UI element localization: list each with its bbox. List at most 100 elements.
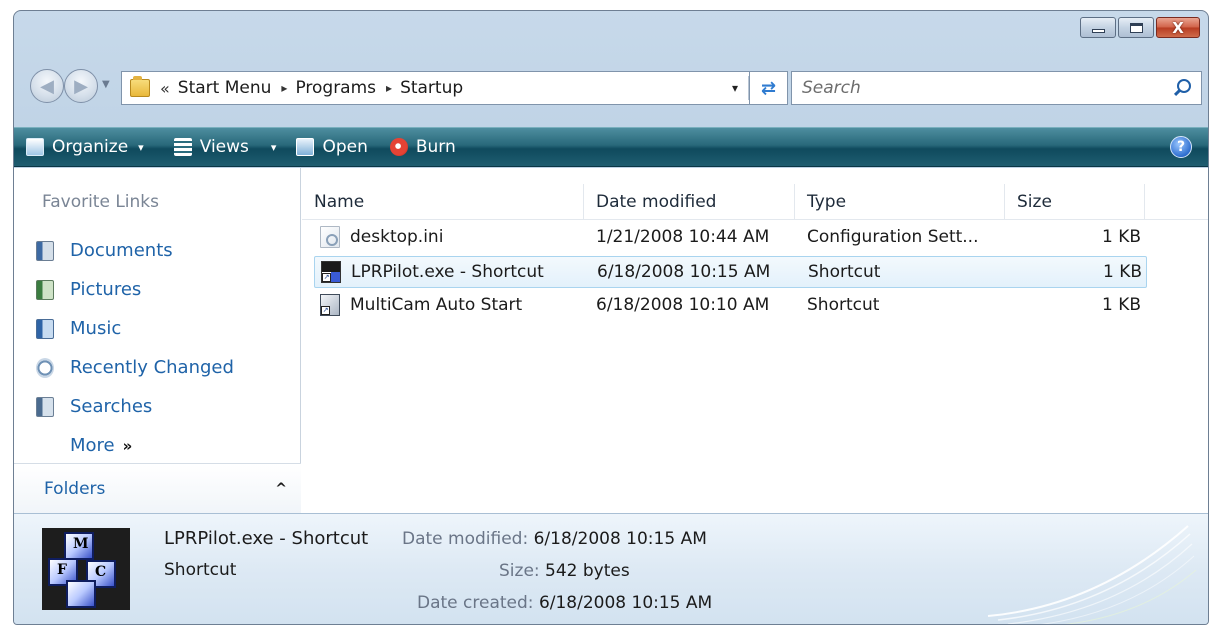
views-icon <box>173 138 192 156</box>
file-row[interactable]: ↗ MultiCam Auto Start 6/18/2008 10:10 AM… <box>314 290 1147 322</box>
favorite-link-music[interactable]: Music <box>36 309 234 348</box>
favorite-link-label: Recently Changed <box>70 357 234 378</box>
search-input[interactable]: Search <box>802 78 861 98</box>
favorite-link-recently-changed[interactable]: Recently Changed <box>36 348 234 387</box>
address-dropdown-button[interactable]: ▾ <box>732 81 738 95</box>
shortcut-arrow-icon: ↗ <box>322 273 331 282</box>
details-size: Size: 542 bytes <box>499 561 630 581</box>
thumbnail-letter: M <box>73 536 89 552</box>
views-label: Views <box>199 137 249 157</box>
close-button[interactable]: X <box>1156 17 1200 38</box>
breadcrumb-separator-icon[interactable]: ▸ <box>281 81 287 95</box>
favorite-link-label: Searches <box>70 396 153 417</box>
double-chevron-icon: » <box>122 436 133 455</box>
back-button[interactable]: ◀ <box>30 69 64 103</box>
maximize-icon <box>1129 22 1143 33</box>
refresh-button[interactable]: ⇄ <box>750 71 788 105</box>
file-size: 1 KB <box>1101 227 1141 247</box>
burn-button[interactable]: Burn <box>389 137 456 157</box>
favorite-links-title: Favorite Links <box>42 192 160 212</box>
details-date-modified: Date modified: 6/18/2008 10:15 AM <box>402 529 707 549</box>
date-created-value: 6/18/2008 10:15 AM <box>538 593 713 613</box>
column-header-date-modified[interactable]: Date modified <box>584 184 795 220</box>
date-modified-label: Date modified: <box>402 529 529 549</box>
breadcrumb-start-menu[interactable]: Start Menu <box>178 78 272 98</box>
breadcrumb-overflow-button[interactable]: « <box>160 79 170 98</box>
thumbnail-cube <box>66 580 96 608</box>
favorite-link-documents[interactable]: Documents <box>36 231 234 270</box>
music-icon <box>36 318 54 339</box>
explorer-window: X ◀ ▶ ▼ « Start Menu ▸ Programs ▸ Startu… <box>13 10 1209 625</box>
more-label: More <box>70 435 115 456</box>
file-name-cell: desktop.ini <box>320 222 443 252</box>
file-type: Shortcut <box>808 262 881 282</box>
details-pane: M F C LPRPilot.exe - Shortcut Shortcut D… <box>14 513 1208 624</box>
multicam-shortcut-icon: ↗ <box>320 294 340 316</box>
date-modified-value: 6/18/2008 10:15 AM <box>533 529 707 549</box>
minimize-button[interactable] <box>1080 17 1116 38</box>
open-icon <box>296 138 315 156</box>
column-header-name[interactable]: Name <box>302 184 584 220</box>
open-label: Open <box>322 137 368 157</box>
ini-file-icon <box>320 226 340 248</box>
file-size: 1 KB <box>1101 295 1141 315</box>
file-date-modified: 6/18/2008 10:10 AM <box>596 295 770 315</box>
help-button[interactable]: ? <box>1170 136 1192 158</box>
file-type: Configuration Sett... <box>807 227 979 247</box>
favorite-link-pictures[interactable]: Pictures <box>36 270 234 309</box>
documents-icon <box>36 240 54 261</box>
folders-label: Folders <box>44 478 106 499</box>
file-name: desktop.ini <box>350 227 444 247</box>
column-header-size[interactable]: Size <box>1005 184 1145 220</box>
size-label: Size: <box>499 561 540 581</box>
file-row[interactable]: desktop.ini 1/21/2008 10:44 AM Configura… <box>314 222 1147 254</box>
favorite-link-searches[interactable]: Searches <box>36 387 234 426</box>
date-created-label: Date created: <box>417 593 534 613</box>
thumbnail-letter: F <box>57 562 67 578</box>
organize-button[interactable]: Organize ▾ <box>26 137 144 157</box>
pictures-icon <box>36 279 54 300</box>
file-row-selected[interactable]: ↗ LPRPilot.exe - Shortcut 6/18/2008 10:1… <box>314 256 1147 288</box>
navigation-row: ◀ ▶ ▼ « Start Menu ▸ Programs ▸ Startup … <box>14 67 1208 107</box>
favorite-links-list: Documents Pictures Music Recently Change… <box>36 231 234 465</box>
breadcrumb-separator-icon[interactable]: ▸ <box>386 81 392 95</box>
search-box[interactable]: Search <box>791 71 1202 105</box>
chevron-down-icon: ▾ <box>138 140 144 154</box>
file-name: LPRPilot.exe - Shortcut <box>351 262 544 282</box>
address-bar[interactable]: « Start Menu ▸ Programs ▸ Startup ▾ <box>121 71 750 105</box>
breadcrumb-startup[interactable]: Startup <box>400 78 463 98</box>
details-date-created: Date created: 6/18/2008 10:15 AM <box>417 593 712 613</box>
favorite-link-label: Documents <box>70 240 173 261</box>
searches-icon <box>36 396 54 417</box>
column-header-type[interactable]: Type <box>795 184 1005 220</box>
open-button[interactable]: Open <box>296 137 368 157</box>
favorite-link-label: Pictures <box>70 279 142 300</box>
back-arrow-icon: ◀ <box>40 75 54 97</box>
recent-pages-dropdown[interactable]: ▼ <box>102 79 110 90</box>
search-icon[interactable] <box>1173 79 1191 97</box>
organize-label: Organize <box>52 137 129 157</box>
details-file-name: LPRPilot.exe - Shortcut <box>164 528 369 549</box>
chevron-down-icon[interactable]: ▾ <box>271 141 277 154</box>
minimize-icon <box>1091 28 1105 33</box>
folders-toggle[interactable]: Folders ^ <box>14 463 301 513</box>
burn-icon <box>389 138 408 156</box>
refresh-icon: ⇄ <box>760 77 777 99</box>
file-size: 1 KB <box>1102 262 1142 282</box>
file-date-modified: 1/21/2008 10:44 AM <box>596 227 770 247</box>
decorative-swoosh <box>987 525 1197 624</box>
maximize-button[interactable] <box>1118 17 1154 38</box>
views-button[interactable]: Views ▾ <box>173 137 277 157</box>
file-type: Shortcut <box>807 295 880 315</box>
forward-arrow-icon: ▶ <box>74 75 88 97</box>
burn-label: Burn <box>415 137 456 157</box>
forward-button[interactable]: ▶ <box>64 69 98 103</box>
breadcrumb-programs[interactable]: Programs <box>295 78 376 98</box>
navigation-pane: Favorite Links Documents Pictures Music … <box>14 168 301 513</box>
chevron-up-icon: ^ <box>275 480 287 497</box>
file-name: MultiCam Auto Start <box>350 295 523 315</box>
more-links-button[interactable]: More » <box>70 426 234 465</box>
file-date-modified: 6/18/2008 10:15 AM <box>597 262 771 282</box>
recently-changed-icon <box>36 357 54 378</box>
lprpilot-shortcut-icon: ↗ <box>321 261 341 283</box>
